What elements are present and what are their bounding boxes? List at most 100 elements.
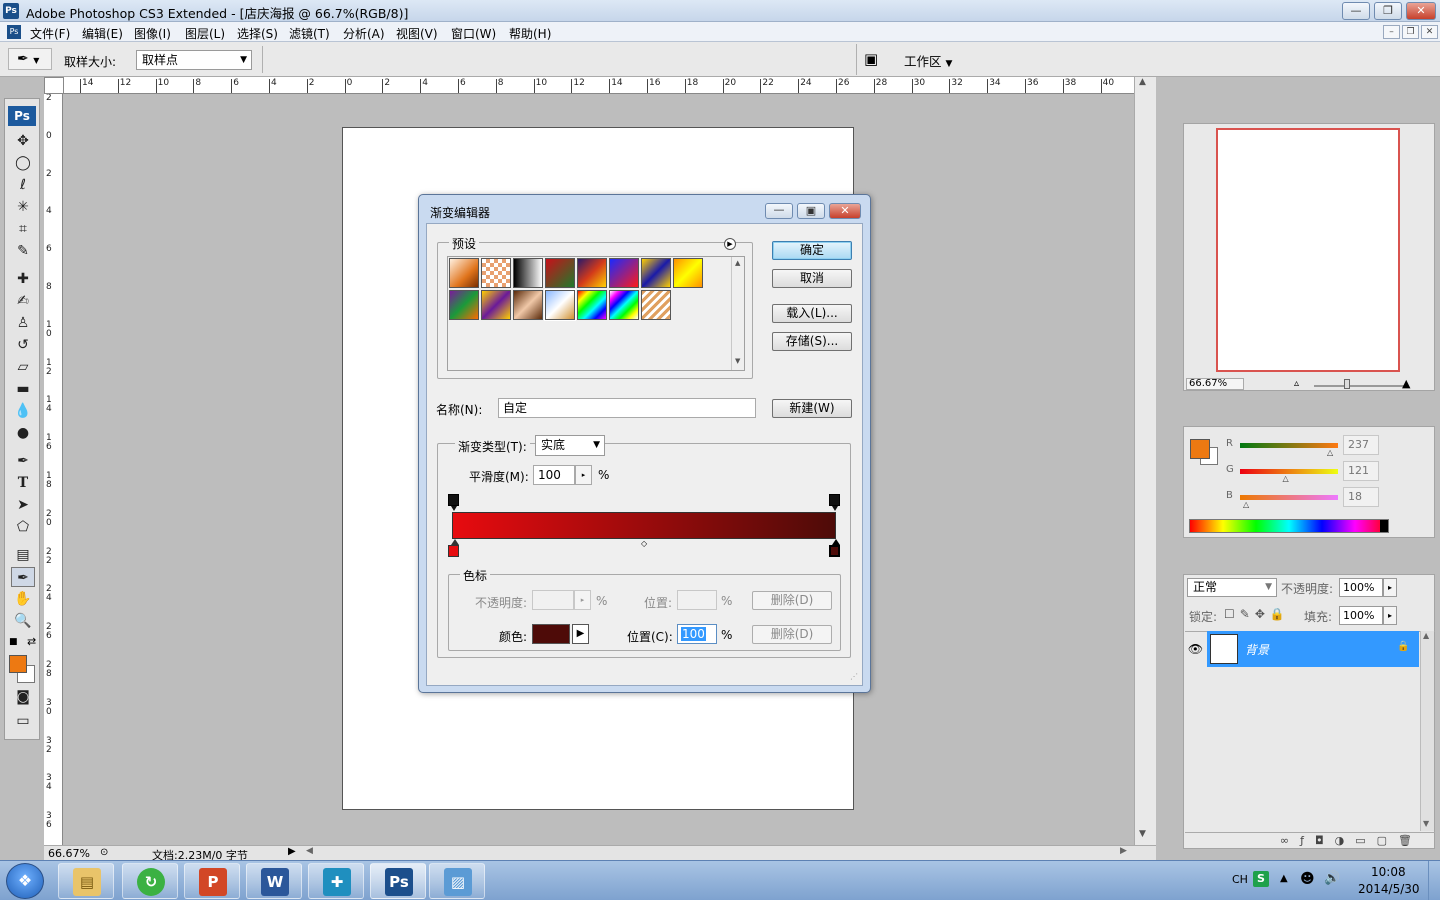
menu-view[interactable]: 视图(V) [396, 25, 438, 42]
menu-file[interactable]: 文件(F) [30, 25, 70, 42]
crop-tool-icon[interactable]: ⌗ [11, 219, 35, 239]
volume-icon[interactable]: 🔊 [1324, 871, 1340, 886]
channel-value-r[interactable]: 237 [1343, 435, 1379, 455]
ruler-origin[interactable] [44, 77, 64, 94]
status-arrow-icon[interactable]: ▶ [288, 846, 296, 857]
gradient-preset-swatch[interactable] [545, 258, 575, 288]
gradient-preset-swatch[interactable] [673, 258, 703, 288]
marquee-tool-icon[interactable]: ◯ [11, 153, 35, 173]
new-button[interactable]: 新建(W) [772, 399, 852, 418]
history-brush-icon[interactable]: ↺ [11, 335, 35, 355]
dodge-tool-icon[interactable]: ● [11, 423, 35, 443]
menu-help[interactable]: 帮助(H) [509, 25, 551, 42]
document-icon[interactable]: Ps [7, 25, 21, 39]
menu-window[interactable]: 窗口(W) [451, 25, 496, 42]
opacity-stop-right[interactable] [829, 494, 840, 506]
lasso-tool-icon[interactable]: ℓ [11, 175, 35, 195]
eyedropper-tool-preset-picker[interactable]: ✒ ▼ [8, 48, 52, 70]
navigator-zoom-slider[interactable] [1314, 385, 1404, 387]
doc-close-button[interactable]: ✕ [1421, 25, 1438, 39]
scroll-down-icon[interactable]: ▼ [1139, 829, 1146, 839]
vertical-scrollbar[interactable]: ▲ ▼ [1134, 77, 1156, 847]
color-stop-right[interactable] [829, 545, 840, 557]
channel-slider-thumb[interactable]: △ [1243, 500, 1249, 509]
maximize-button[interactable]: ❐ [1374, 2, 1402, 20]
save-button[interactable]: 存储(S)... [772, 332, 852, 351]
brush-tool-icon[interactable]: ✍ [11, 291, 35, 311]
photoshop-logo[interactable]: Ps [8, 106, 36, 126]
layers-bottom-icons[interactable]: ∞ƒ◘◑▭▢🗑 [1185, 832, 1435, 849]
fill-input[interactable]: 100% [1339, 606, 1383, 625]
doc-minimize-button[interactable]: – [1383, 25, 1400, 39]
gradient-tool-icon[interactable]: ▬ [11, 379, 35, 399]
gradient-preset-swatch[interactable] [577, 258, 607, 288]
gradient-preset-swatch[interactable] [577, 290, 607, 320]
zoom-tool-icon[interactable]: 🔍 [11, 611, 35, 631]
gradient-preset-swatch[interactable] [641, 258, 671, 288]
language-indicator[interactable]: CH [1232, 873, 1248, 886]
menu-filter[interactable]: 滤镜(T) [289, 25, 330, 42]
navigator-zoom-thumb[interactable] [1344, 379, 1350, 389]
layer-row-background[interactable]: 背景 🔒 [1207, 631, 1419, 667]
zoom-level[interactable]: 66.67% [48, 847, 90, 860]
custom-shape-icon[interactable]: ⬠ [11, 517, 35, 537]
tray-expand-icon[interactable]: ▲ [1280, 873, 1288, 884]
eyedropper-tool-icon[interactable]: ✒ [11, 567, 35, 587]
stop-color-swatch[interactable] [532, 624, 570, 644]
presets-menu-icon[interactable]: ▶ [724, 238, 736, 250]
notes-tool-icon[interactable]: ▤ [11, 545, 35, 565]
midpoint-diamond-icon[interactable]: ◇ [641, 539, 647, 548]
dialog-maximize-button[interactable]: ▣ [797, 203, 825, 219]
pen-tool-icon[interactable]: ✒ [11, 451, 35, 471]
opacity-input[interactable]: 100% [1339, 578, 1383, 597]
gradient-preset-swatch[interactable] [641, 290, 671, 320]
visibility-eye-icon[interactable]: 👁 [1185, 631, 1206, 667]
minimize-button[interactable]: — [1342, 2, 1370, 20]
stop-color-menu-icon[interactable]: ▶ [572, 624, 589, 644]
fill-arrow-icon[interactable]: ▸ [1383, 606, 1397, 625]
navigator-preview[interactable] [1216, 128, 1400, 372]
screen-mode-icon[interactable]: ▭ [11, 711, 35, 731]
magic-wand-icon[interactable]: ✳ [11, 197, 35, 217]
presets-scrollbar[interactable]: ▲ ▼ [731, 257, 745, 370]
gradient-preset-swatch[interactable] [449, 290, 479, 320]
scroll-right-icon[interactable]: ▶ [1120, 846, 1127, 856]
healing-brush-icon[interactable]: ✚ [11, 269, 35, 289]
taskbar-word[interactable]: W [246, 863, 302, 899]
navigator-zoom[interactable]: 66.67% [1186, 378, 1244, 390]
gradient-preset-swatch[interactable] [609, 290, 639, 320]
taskbar-360[interactable]: ↻ [122, 863, 178, 899]
cancel-button[interactable]: 取消 [772, 269, 852, 288]
scroll-left-icon[interactable]: ◀ [306, 846, 313, 856]
gradient-preset-swatch[interactable] [481, 290, 511, 320]
zoom-in-icon[interactable]: ▲ [1402, 377, 1410, 390]
horizontal-ruler[interactable]: 14 12 10 8 6 4 2 0 2 4 6 8 10 12 14 16 18 20 22 24 26 28 30 32 3… [64, 77, 1134, 94]
channel-slider-thumb[interactable]: △ [1327, 448, 1333, 457]
swap-colors-icon[interactable]: ⇄ [27, 635, 36, 648]
scroll-up-icon[interactable]: ▲ [735, 259, 740, 267]
gradient-preset-swatch[interactable] [481, 258, 511, 288]
type-tool-icon[interactable]: T [11, 473, 35, 493]
gradient-preset-swatch[interactable] [609, 258, 639, 288]
spectrum-black[interactable] [1380, 520, 1388, 532]
quick-mask-icon[interactable]: ◙ [11, 687, 35, 707]
scroll-down-icon[interactable]: ▼ [1423, 819, 1429, 828]
close-button[interactable]: ✕ [1406, 2, 1436, 20]
show-desktop-button[interactable] [1428, 861, 1440, 900]
gradient-preview-bar[interactable] [452, 512, 836, 539]
move-tool-icon[interactable]: ✥ [11, 131, 35, 151]
slice-tool-icon[interactable]: ✎ [11, 241, 35, 261]
name-input[interactable]: 自定 [498, 398, 756, 418]
taskbar-powerpoint[interactable]: P [184, 863, 240, 899]
blend-mode-select[interactable]: 正常 ▼ [1187, 578, 1277, 597]
palette-well-icon[interactable]: ▣ [864, 50, 888, 70]
doc-restore-button[interactable]: ❐ [1402, 25, 1419, 39]
scroll-down-icon[interactable]: ▼ [735, 357, 740, 365]
start-button[interactable]: ❖ [6, 863, 44, 899]
qq-icon[interactable]: ☻ [1300, 871, 1315, 887]
menu-layer[interactable]: 图层(L) [185, 25, 225, 42]
status-menu-icon[interactable]: ⊙ [100, 847, 108, 858]
menu-select[interactable]: 选择(S) [237, 25, 278, 42]
gradient-preset-swatch[interactable] [513, 290, 543, 320]
path-selection-icon[interactable]: ➤ [11, 495, 35, 515]
